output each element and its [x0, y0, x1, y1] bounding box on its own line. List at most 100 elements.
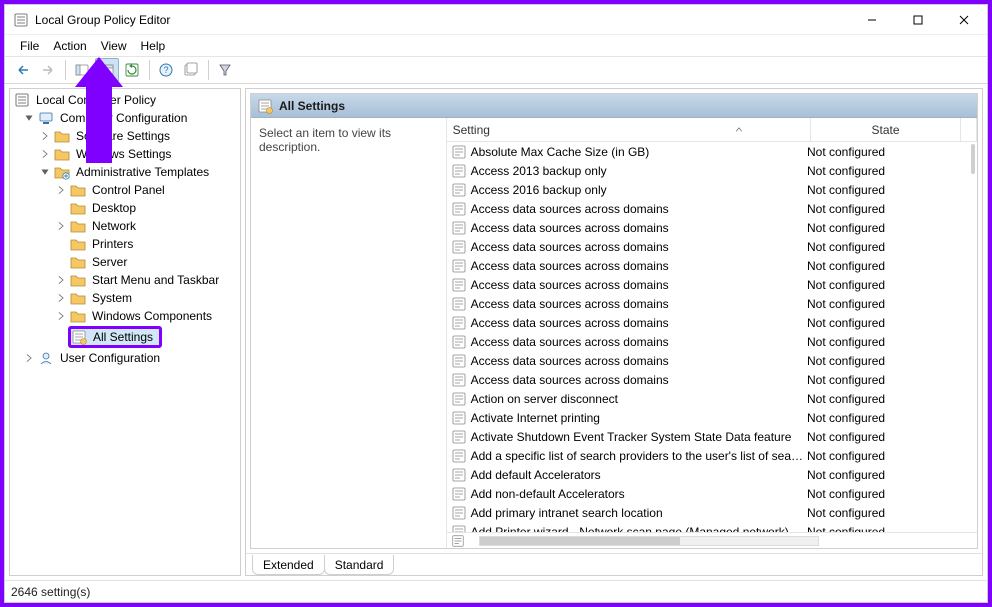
tree-label: Desktop: [90, 199, 138, 217]
list-item[interactable]: Activate Internet printingNot configured: [447, 408, 969, 427]
tree-server[interactable]: Server: [10, 253, 240, 271]
menu-help[interactable]: Help: [134, 37, 173, 55]
expander-icon[interactable]: [54, 219, 68, 233]
list-item[interactable]: Add a specific list of search providers …: [447, 446, 969, 465]
tree-desktop[interactable]: Desktop: [10, 199, 240, 217]
setting-name: Access data sources across domains: [471, 297, 669, 311]
list-item[interactable]: Access data sources across domainsNot co…: [447, 218, 969, 237]
menu-action[interactable]: Action: [46, 37, 93, 55]
tab-extended[interactable]: Extended: [252, 555, 325, 575]
list-item[interactable]: Access data sources across domainsNot co…: [447, 332, 969, 351]
folder-icon: [70, 290, 86, 306]
cell-state: Not configured: [803, 278, 953, 292]
tree-system[interactable]: System: [10, 289, 240, 307]
status-bar: 2646 setting(s): [5, 580, 987, 602]
tree-windows-components[interactable]: Windows Components: [10, 307, 240, 325]
tree-start-menu[interactable]: Start Menu and Taskbar: [10, 271, 240, 289]
list-item[interactable]: Activate Shutdown Event Tracker System S…: [447, 427, 969, 446]
list-item[interactable]: Add non-default AcceleratorsNot configur…: [447, 484, 969, 503]
tree-root[interactable]: Local Computer Policy: [10, 91, 240, 109]
list-item[interactable]: Access data sources across domainsNot co…: [447, 199, 969, 218]
cell-state: Not configured: [803, 221, 953, 235]
tree-windows-settings[interactable]: Windows Settings: [10, 145, 240, 163]
list-item[interactable]: Access data sources across domainsNot co…: [447, 256, 969, 275]
settings-list[interactable]: Absolute Max Cache Size (in GB) Not confi…: [447, 142, 969, 532]
expander-icon[interactable]: [22, 351, 36, 365]
tree-label: Local Computer Policy: [34, 91, 158, 109]
details-header: All Settings: [251, 94, 977, 118]
expander-icon[interactable]: [54, 291, 68, 305]
cell-state: Not configured: [803, 297, 953, 311]
close-button[interactable]: [941, 5, 987, 34]
tree-label: User Configuration: [58, 349, 162, 367]
list-item[interactable]: Add default AcceleratorsNot configured: [447, 465, 969, 484]
tree-computer-configuration[interactable]: Computer Configuration: [10, 109, 240, 127]
list-item[interactable]: Absolute Max Cache Size (in GB)Not confi…: [447, 142, 969, 161]
toolbar-filter[interactable]: [213, 58, 237, 82]
setting-row-icon: [451, 486, 467, 502]
menu-view[interactable]: View: [94, 37, 134, 55]
cell-setting: Access data sources across domains: [447, 334, 803, 350]
expander-icon[interactable]: [38, 165, 52, 179]
expander-icon[interactable]: [22, 111, 36, 125]
toolbar-help[interactable]: [154, 58, 178, 82]
tree-user-configuration[interactable]: User Configuration: [10, 349, 240, 367]
toolbar: [5, 56, 987, 84]
toolbar-show-hide-tree[interactable]: [70, 58, 94, 82]
toolbar-forward[interactable]: [36, 58, 60, 82]
sort-asc-icon: [734, 125, 744, 135]
toolbar-props2[interactable]: [179, 58, 203, 82]
setting-row-icon: [451, 239, 467, 255]
tree-label: Windows Settings: [74, 145, 173, 163]
horizontal-scrollbar[interactable]: [447, 532, 977, 548]
vertical-scrollbar[interactable]: [969, 142, 977, 532]
expander-icon[interactable]: [54, 309, 68, 323]
tree-all-settings[interactable]: All Settings: [10, 325, 240, 349]
tree-pane[interactable]: Local Computer Policy Computer Configura…: [9, 88, 241, 576]
setting-name: Access 2016 backup only: [471, 183, 607, 197]
list-item[interactable]: Access data sources across domainsNot co…: [447, 370, 969, 389]
toolbar-back[interactable]: [11, 58, 35, 82]
menu-bar: File Action View Help: [5, 35, 987, 56]
toolbar-refresh[interactable]: [120, 58, 144, 82]
scroll-thumb[interactable]: [971, 144, 975, 174]
list-item[interactable]: Access 2016 backup onlyNot configured: [447, 180, 969, 199]
scroll-thumb[interactable]: [480, 537, 680, 545]
menu-file[interactable]: File: [13, 37, 46, 55]
expander-icon[interactable]: [38, 129, 52, 143]
setting-row-icon: [451, 429, 467, 445]
cell-setting: Activate Shutdown Event Tracker System S…: [447, 429, 803, 445]
expander-icon[interactable]: [54, 183, 68, 197]
tree-label: Network: [90, 217, 138, 235]
list-item[interactable]: Add Printer wizard - Network scan page (…: [447, 522, 969, 532]
tree-administrative-templates[interactable]: Administrative Templates: [10, 163, 240, 181]
list-item[interactable]: Add primary intranet search locationNot …: [447, 503, 969, 522]
list-item[interactable]: Access data sources across domainsNot co…: [447, 237, 969, 256]
setting-row-icon: [451, 372, 467, 388]
list-item[interactable]: Access data sources across domains Not co…: [447, 294, 969, 313]
col-state-label: State: [871, 123, 899, 137]
expander-icon[interactable]: [38, 147, 52, 161]
col-extra-header[interactable]: [961, 118, 977, 141]
folder-icon: [54, 146, 70, 162]
tree-network[interactable]: Network: [10, 217, 240, 235]
toolbar-separator: [65, 60, 66, 80]
list-item[interactable]: Action on server disconnectNot configure…: [447, 389, 969, 408]
maximize-button[interactable]: [895, 5, 941, 34]
cell-state: Not configured: [803, 449, 953, 463]
tree-control-panel[interactable]: Control Panel: [10, 181, 240, 199]
list-item[interactable]: Access data sources across domainsNot co…: [447, 313, 969, 332]
list-item[interactable]: Access 2013 backup onlyNot configured: [447, 161, 969, 180]
tree-printers[interactable]: Printers: [10, 235, 240, 253]
setting-name: Absolute Max Cache Size (in GB): [471, 145, 650, 159]
col-state-header[interactable]: State: [811, 118, 961, 141]
expander-icon[interactable]: [54, 273, 68, 287]
toolbar-properties[interactable]: [95, 58, 119, 82]
col-setting-header[interactable]: Setting: [447, 118, 811, 141]
cell-setting: Access 2013 backup only: [447, 163, 803, 179]
list-item[interactable]: Access data sources across domainsNot co…: [447, 275, 969, 294]
tab-standard[interactable]: Standard: [324, 555, 395, 575]
list-item[interactable]: Access data sources across domainsNot co…: [447, 351, 969, 370]
minimize-button[interactable]: [849, 5, 895, 34]
tree-software-settings[interactable]: Software Settings: [10, 127, 240, 145]
